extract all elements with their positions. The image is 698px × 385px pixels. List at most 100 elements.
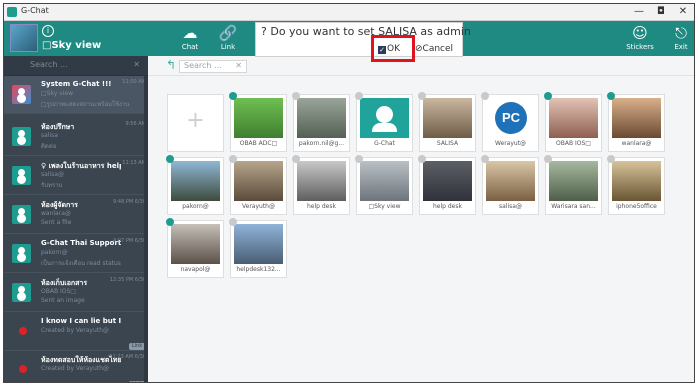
- member-tile[interactable]: G-Chat: [355, 92, 413, 152]
- chat-subtitle: □Sky view: [41, 90, 74, 97]
- close-button[interactable]: ✕: [673, 5, 693, 19]
- member-name: help desk: [433, 203, 462, 210]
- link-dot-icon: [19, 327, 27, 335]
- group-avatar-icon: [12, 205, 31, 224]
- member-name: pakorn.nil@g...: [298, 140, 345, 147]
- member-name: wanlara@: [621, 140, 652, 147]
- chat-list-item[interactable]: System G-Chat !!! □Sky view □รูปภาพแสดงสถา…: [4, 76, 148, 114]
- member-name: SALISA: [436, 140, 459, 147]
- member-search[interactable]: Search ... ✕: [179, 60, 247, 73]
- user-icon: [292, 155, 300, 163]
- user-name: □Sky view: [42, 40, 102, 51]
- member-avatar: [171, 224, 220, 264]
- user-icon: [355, 155, 363, 163]
- member-avatar: [171, 161, 220, 201]
- member-search-input[interactable]: Search ...: [184, 61, 222, 70]
- member-tile[interactable]: SALISA: [418, 92, 476, 152]
- chat-preview: เป็นการแจ้งเตือน read status: [41, 260, 121, 267]
- clear-icon[interactable]: ✕: [133, 60, 140, 69]
- sidebar-search-input[interactable]: Search ...: [30, 60, 68, 69]
- chat-button[interactable]: ☁ Chat: [175, 24, 205, 54]
- member-tile[interactable]: Warisara san...: [544, 155, 602, 215]
- user-icon: [544, 155, 552, 163]
- question-icon: ?: [261, 25, 267, 38]
- admin-user-icon: [166, 155, 174, 163]
- chat-list-item[interactable]: G-Chat Thai Support pakorn@ เป็นการแจ้งเตื…: [4, 235, 148, 273]
- chat-subtitle: pakorn@: [41, 249, 68, 256]
- set-admin-dialog: ? Do you want to set SALISA as admin ✓ OK…: [255, 22, 471, 57]
- member-name: Werayut@: [494, 140, 527, 147]
- member-tile[interactable]: pakorn@: [166, 155, 224, 215]
- user-icon: [418, 155, 426, 163]
- member-tile[interactable]: navapol@: [166, 218, 224, 278]
- chat-list-item[interactable]: I know I can lie but I tell yo... Created…: [4, 313, 148, 351]
- cancel-button[interactable]: ⊘Cancel: [415, 43, 461, 56]
- chat-preview: Sent a file: [41, 219, 72, 226]
- chat-preview: □รูปภาพแสดงสถานะพร้อมใช้งาน: [41, 101, 130, 108]
- member-tile[interactable]: PC Werayut@: [481, 92, 539, 152]
- member-avatar: PC: [486, 98, 535, 138]
- member-tile[interactable]: Verayuth@: [229, 155, 287, 215]
- link-badge: Link: [129, 381, 145, 382]
- member-name: salisa@: [499, 203, 522, 210]
- member-tile[interactable]: OBAB ADC□: [229, 92, 287, 152]
- member-tile[interactable]: help desk: [418, 155, 476, 215]
- member-avatar: [423, 98, 472, 138]
- member-name: Verayuth@: [242, 203, 275, 210]
- maximize-button[interactable]: ◘: [651, 5, 671, 19]
- chat-list-item[interactable]: ห้องเก็บเอกสาร OBAB IOS□ Sent an image 12:3…: [4, 274, 148, 312]
- chat-list-item[interactable]: ห้องปรึกษา salisa ติดต่อ 9:56 AM: [4, 118, 148, 156]
- sidebar-search[interactable]: Search ... ✕: [4, 56, 148, 76]
- chat-subtitle: Created by Verayuth@: [41, 365, 109, 372]
- clear-icon[interactable]: ✕: [235, 61, 242, 70]
- group-avatar-icon: [12, 244, 31, 263]
- admin-user-icon: [544, 92, 552, 100]
- chat-list-item[interactable]: ห้องทดสอบให้ห้องแชตไทย Created by Verayut…: [4, 351, 148, 382]
- member-tile[interactable]: □Sky view: [355, 155, 413, 215]
- member-name: navapol@: [180, 266, 211, 273]
- member-name: □Sky view: [368, 203, 401, 210]
- avatar[interactable]: [10, 24, 38, 52]
- link-icon: 🔗: [218, 24, 238, 42]
- chat-list-item[interactable]: ห้องผู้จัดการ wanlara@ Sent a file 9:48 PM …: [4, 196, 148, 234]
- link-dot-icon: [19, 365, 27, 373]
- member-avatar: [234, 161, 283, 201]
- chat-name: System G-Chat !!!: [41, 80, 112, 88]
- chat-preview: ติดต่อ: [41, 143, 57, 150]
- user-icon: [418, 92, 426, 100]
- chat-list-item[interactable]: ♀ เพลงในร้านอาหาร help desksalisa@รับทรา…: [4, 157, 148, 195]
- member-avatar: [234, 224, 283, 264]
- exit-button[interactable]: ⎋ Exit: [666, 24, 694, 54]
- chat-sidebar: Search ... ✕ System G-Chat !!! □Sky view □…: [4, 56, 148, 382]
- member-tile[interactable]: iphone5office: [607, 155, 665, 215]
- back-icon[interactable]: ↰: [166, 59, 176, 71]
- link-button[interactable]: 🔗 Link: [213, 24, 243, 54]
- member-tile[interactable]: helpdesk132...: [229, 218, 287, 278]
- member-avatar: [297, 161, 346, 201]
- info-icon[interactable]: i: [42, 25, 54, 37]
- member-tile[interactable]: pakorn.nil@g...: [292, 92, 350, 152]
- member-tile[interactable]: salisa@: [481, 155, 539, 215]
- user-icon: [481, 155, 489, 163]
- member-avatar: [549, 161, 598, 201]
- group-avatar-icon: [12, 127, 31, 146]
- member-tile[interactable]: wanlara@: [607, 92, 665, 152]
- ok-highlight-box: [371, 35, 415, 62]
- stickers-button[interactable]: ☺ Stickers: [625, 24, 655, 54]
- group-avatar-icon: [12, 85, 31, 104]
- chat-timestamp: 12:35 PM 6/30: [109, 277, 146, 283]
- member-name: help desk: [307, 203, 336, 210]
- chat-timestamp: 11:00 AM: [122, 79, 146, 85]
- member-tile[interactable]: OBAB IOS□: [544, 92, 602, 152]
- member-avatar: [612, 98, 661, 138]
- add-member-tile[interactable]: +: [167, 94, 224, 152]
- app-icon: [7, 7, 17, 17]
- smiley-icon: ☺: [632, 24, 648, 42]
- member-tile[interactable]: help desk: [292, 155, 350, 215]
- minimize-button[interactable]: —: [629, 5, 649, 19]
- member-name: OBAB IOS□: [556, 140, 591, 147]
- admin-user-icon: [607, 92, 615, 100]
- chat-subtitle: OBAB IOS□: [41, 288, 76, 295]
- member-avatar: [360, 161, 409, 201]
- member-avatar: [297, 98, 346, 138]
